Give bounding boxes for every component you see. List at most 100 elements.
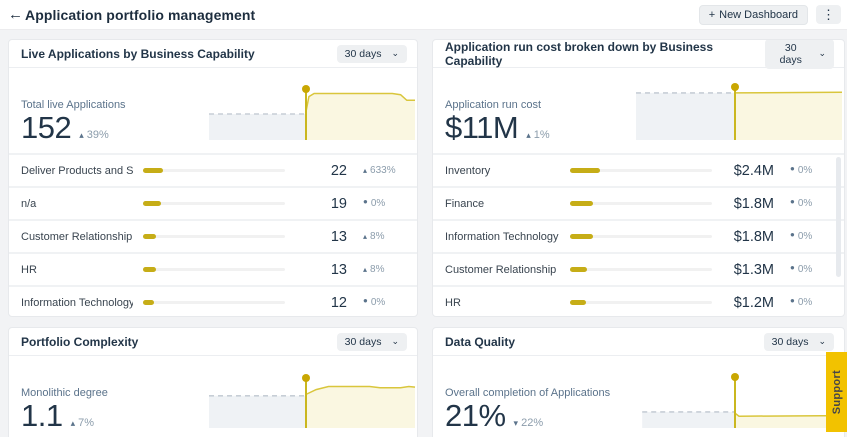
row-bar-fill [143,201,162,206]
period-label: 30 days [779,41,802,66]
row-value: $1.8M [733,195,774,212]
row-bar [143,300,285,305]
scrollbar[interactable] [836,157,841,277]
row-label: Customer Relationship [21,230,133,243]
row-bar [570,300,712,305]
row-value: 12 [330,294,347,311]
row-delta-value: 0% [797,264,813,275]
chevron-down-icon: ⌄ [391,48,399,58]
new-dashboard-label: New Dashboard [719,8,798,21]
sparkline [636,78,843,140]
metric-list: Deliver Products and Services 22 ▴ 633% … [9,153,417,316]
kpi-delta-icon: ▴ [70,418,76,429]
period-label: 30 days [344,47,382,60]
row-delta-value: 8% [370,231,385,242]
table-row[interactable]: HR 13 ▴ 8% [9,252,417,285]
row-value: 13 [330,261,347,278]
sparkline [209,366,416,428]
card-title: Live Applications by Business Capability [21,46,255,61]
row-label: Information Technology [445,230,559,243]
row-label: HR [21,263,37,276]
row-label: Customer Relationship [445,263,557,276]
kpi-delta-value: 39% [86,129,109,142]
row-delta-icon: ● [790,164,795,173]
period-dropdown[interactable]: 30 days ⌄ [336,332,407,351]
chevron-down-icon: ⌄ [818,336,826,346]
top-bar: ← Application portfolio management + New… [0,0,847,30]
row-value: $1.3M [733,261,774,278]
overflow-menu-icon[interactable]: ⋮ [816,4,841,25]
row-delta-icon: ● [790,296,795,305]
table-row[interactable]: Deliver Products and Services 22 ▴ 633% [9,153,417,186]
card-title: Data Quality [445,334,516,349]
table-row[interactable]: Customer Relationship $1.3M ● 0% [433,252,844,285]
row-bar [143,267,285,272]
row-delta-icon: ● [790,230,795,239]
page-title: Application portfolio management [25,6,256,23]
spark-point-marker [730,82,739,91]
card-data-quality: Data Quality 30 days ⌄ Overall completio… [432,327,845,437]
row-bar-fill [143,267,156,272]
row-label: Information Technology [21,296,133,309]
support-tab[interactable]: Support [826,352,847,432]
table-row[interactable]: Finance $1.8M ● 0% [433,186,844,219]
table-row[interactable]: n/a 19 ● 0% [9,186,417,219]
card-portfolio-complexity: Portfolio Complexity 30 days ⌄ Monolithi… [8,327,418,437]
table-row[interactable]: Information Technology 12 ● 0% [9,285,417,316]
kpi-value: 21% [445,398,506,434]
row-delta-value: 0% [797,198,813,209]
card-live-applications: Live Applications by Business Capability… [8,39,418,317]
spark-point-marker [301,374,310,383]
row-bar [570,201,712,206]
row-bar [570,267,712,272]
row-delta-value: 0% [370,198,386,209]
row-delta-icon: ● [363,197,368,206]
new-dashboard-button[interactable]: + New Dashboard [698,4,808,25]
support-tab-label: Support [830,369,843,415]
table-row[interactable]: Inventory $2.4M ● 0% [433,153,844,186]
row-bar-fill [570,168,600,173]
kpi-delta-value: 7% [78,417,95,430]
row-delta-icon: ▴ [363,265,368,274]
period-dropdown[interactable]: 30 days ⌄ [765,40,834,69]
period-label: 30 days [771,335,809,348]
sparkline [209,78,415,140]
card-title: Portfolio Complexity [21,334,139,349]
kpi-value: 152 [21,110,72,146]
row-bar-fill [143,168,163,173]
row-value: $1.8M [733,228,774,245]
period-dropdown[interactable]: 30 days ⌄ [336,44,407,63]
row-value: 19 [330,195,347,212]
row-value: $2.4M [733,162,774,179]
period-dropdown[interactable]: 30 days ⌄ [763,332,834,351]
table-row[interactable]: Information Technology $1.8M ● 0% [433,219,844,252]
row-delta-value: 0% [797,165,813,176]
table-row[interactable]: HR $1.2M ● 0% [433,285,844,316]
row-label: Inventory [445,164,491,177]
row-label: Finance [445,197,485,210]
row-bar [570,168,712,173]
row-value: 13 [330,228,347,245]
table-row[interactable]: Customer Relationship 13 ▴ 8% [9,219,417,252]
row-bar [143,201,285,206]
chevron-down-icon: ⌄ [391,336,399,346]
kpi-delta-value: 1% [533,129,550,142]
kpi-delta-icon: ▴ [79,130,84,141]
row-bar-fill [143,234,156,239]
row-delta-value: 0% [797,231,813,242]
row-delta-icon: ● [363,296,368,305]
row-bar-fill [570,267,588,272]
row-bar [570,234,712,239]
row-delta-value: 0% [797,297,813,308]
row-delta-value: 633% [370,165,396,176]
row-label: HR [445,296,461,309]
row-label: Deliver Products and Services [21,164,133,177]
kpi-delta-icon: ▴ [526,130,531,141]
spark-point-marker [730,373,739,382]
back-icon[interactable]: ← [8,7,23,22]
row-label: n/a [21,197,37,210]
kpi-delta-value: 22% [521,417,544,430]
row-delta-icon: ▴ [363,166,368,175]
dashboard-grid: Live Applications by Business Capability… [8,39,845,437]
row-delta-value: 8% [370,264,385,275]
